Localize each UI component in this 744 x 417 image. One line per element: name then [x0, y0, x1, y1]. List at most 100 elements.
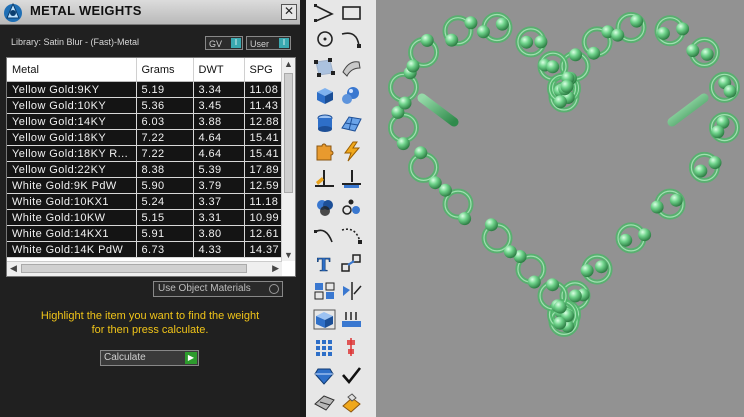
- chain-bead: [638, 228, 652, 242]
- cut-icon[interactable]: [312, 392, 337, 414]
- sweep-surface-icon[interactable]: [339, 56, 364, 78]
- panel-title: METAL WEIGHTS: [30, 3, 142, 18]
- table-row[interactable]: White Gold:14K PdW 6.73 4.33 14.37: [7, 241, 282, 258]
- array-icon[interactable]: [339, 196, 364, 218]
- metal-cell: White Gold:10KX1: [7, 193, 137, 210]
- align-icon[interactable]: [339, 336, 364, 358]
- paint-icon[interactable]: [339, 392, 364, 414]
- horizontal-scroll-thumb[interactable]: [21, 264, 247, 273]
- library-label: Library: Satin Blur - (Fast)-Metal: [11, 37, 140, 47]
- mesh-surface-icon[interactable]: [339, 112, 364, 134]
- table-row[interactable]: White Gold:9K PdW 5.90 3.79 12.59: [7, 177, 282, 194]
- user-toggle[interactable]: User I: [246, 36, 291, 50]
- chain-bead: [476, 25, 490, 39]
- horizontal-scrollbar[interactable]: ◀ ▶: [7, 261, 282, 276]
- 3d-viewport[interactable]: [376, 0, 744, 417]
- scroll-down-icon[interactable]: ▼: [284, 250, 293, 260]
- box-icon[interactable]: [312, 84, 337, 106]
- chain-bead: [396, 137, 410, 151]
- metal-cell: White Gold:14K PdW: [7, 241, 137, 258]
- solid-edit-icon[interactable]: [312, 308, 337, 330]
- chain-bead: [398, 96, 412, 110]
- table-row[interactable]: White Gold:10KX1 5.24 3.37 11.18: [7, 193, 282, 210]
- panel-titlebar[interactable]: METAL WEIGHTS ✕: [0, 0, 300, 25]
- scroll-right-icon[interactable]: ▶: [272, 263, 279, 274]
- mirror-icon[interactable]: [339, 280, 364, 302]
- cylinder-icon[interactable]: [312, 112, 337, 134]
- table-row[interactable]: White Gold:14KX1 5.91 3.80 12.61: [7, 225, 282, 242]
- table-row[interactable]: Yellow Gold:18KY 7.22 4.64 15.41: [7, 129, 282, 146]
- dwt-cell: 4.64: [193, 145, 245, 162]
- close-button[interactable]: ✕: [281, 4, 297, 20]
- radio-icon[interactable]: [269, 284, 279, 294]
- chain-bead: [619, 233, 633, 247]
- heart-pendant-model: [388, 12, 740, 337]
- grid-array-icon[interactable]: [312, 336, 337, 358]
- grams-cell: 5.19: [136, 81, 194, 98]
- table-row[interactable]: White Gold:10KW 5.15 3.31 10.99: [7, 209, 282, 226]
- measure-icon[interactable]: [339, 308, 364, 330]
- rectangle-icon[interactable]: [339, 2, 364, 24]
- use-object-materials-option[interactable]: Use Object Materials: [153, 281, 283, 297]
- sphere-icon[interactable]: [339, 84, 364, 106]
- scroll-left-icon[interactable]: ◀: [10, 263, 17, 274]
- instruction-line-1: Highlight the item you want to find the …: [40, 310, 260, 322]
- play-arrow-icon[interactable]: ▶: [185, 352, 197, 364]
- gem-icon[interactable]: [312, 364, 337, 386]
- arc-icon[interactable]: [312, 224, 337, 246]
- vertical-scroll-thumb[interactable]: [284, 73, 293, 193]
- grams-cell: 5.90: [136, 177, 194, 194]
- table-row[interactable]: Yellow Gold:10KY 5.36 3.45 11.43: [7, 97, 282, 114]
- surface-points-icon[interactable]: [312, 56, 337, 78]
- chain-bead: [553, 316, 567, 330]
- metal-cell: Yellow Gold:10KY: [7, 97, 137, 114]
- text-icon[interactable]: T: [312, 252, 337, 274]
- column-header-grams[interactable]: Grams: [136, 58, 194, 82]
- spg-cell: 14.37: [244, 241, 282, 258]
- chain-bead: [669, 193, 683, 207]
- metal-cell: White Gold:10KW: [7, 209, 137, 226]
- user-toggle-label: User: [250, 39, 270, 49]
- table-row[interactable]: Yellow Gold:14KY 6.03 3.88 12.88: [7, 113, 282, 130]
- metal-weights-panel: METAL WEIGHTS ✕ Library: Satin Blur - (F…: [0, 0, 300, 417]
- table-row[interactable]: Yellow Gold:18KY R... 7.22 4.64 15.41: [7, 145, 282, 162]
- group-icon[interactable]: [312, 280, 337, 302]
- scroll-up-icon[interactable]: ▲: [284, 59, 293, 69]
- dwt-cell: 4.64: [193, 129, 245, 146]
- polyline-icon[interactable]: [312, 2, 337, 24]
- table-row[interactable]: Yellow Gold:9KY 5.19 3.34 11.08: [7, 81, 282, 98]
- lightning-icon[interactable]: [339, 140, 364, 162]
- trim-icon[interactable]: [312, 168, 337, 190]
- gv-toggle[interactable]: GV I: [205, 36, 243, 50]
- column-header-metal[interactable]: Metal: [7, 58, 137, 82]
- circle-icon[interactable]: [312, 28, 337, 50]
- chain-bead: [414, 146, 428, 160]
- checkmark-icon[interactable]: [339, 364, 364, 386]
- scale-icon[interactable]: [339, 252, 364, 274]
- column-header-dwt[interactable]: DWT: [193, 58, 245, 82]
- boolean-icon[interactable]: [312, 196, 337, 218]
- chain-bead: [711, 125, 725, 139]
- chain-bead: [445, 33, 459, 47]
- chain-bead: [495, 17, 509, 31]
- chain-bead: [594, 260, 608, 274]
- table-row[interactable]: Yellow Gold:22KY 8.38 5.39 17.89: [7, 161, 282, 178]
- spg-cell: 11.08: [244, 81, 282, 98]
- grams-cell: 5.36: [136, 97, 194, 114]
- spg-cell: 10.99: [244, 209, 282, 226]
- curve-icon[interactable]: [339, 28, 364, 50]
- spg-cell: 12.88: [244, 113, 282, 130]
- tool-palette: T: [306, 0, 377, 417]
- app-logo-icon: [4, 2, 22, 22]
- puzzle-icon[interactable]: [312, 140, 337, 162]
- split-icon[interactable]: [339, 168, 364, 190]
- dashed-arc-icon[interactable]: [339, 224, 364, 246]
- chain-bead: [527, 275, 541, 289]
- chain-bead: [656, 26, 670, 40]
- calculate-select[interactable]: Calculate ▶: [100, 350, 199, 366]
- vertical-scrollbar[interactable]: ▲ ▼: [281, 58, 295, 261]
- column-header-spg[interactable]: SPG: [244, 58, 282, 82]
- metal-cell: Yellow Gold:22KY: [7, 161, 137, 178]
- chain-bead: [650, 200, 664, 214]
- chain-bead: [569, 48, 582, 62]
